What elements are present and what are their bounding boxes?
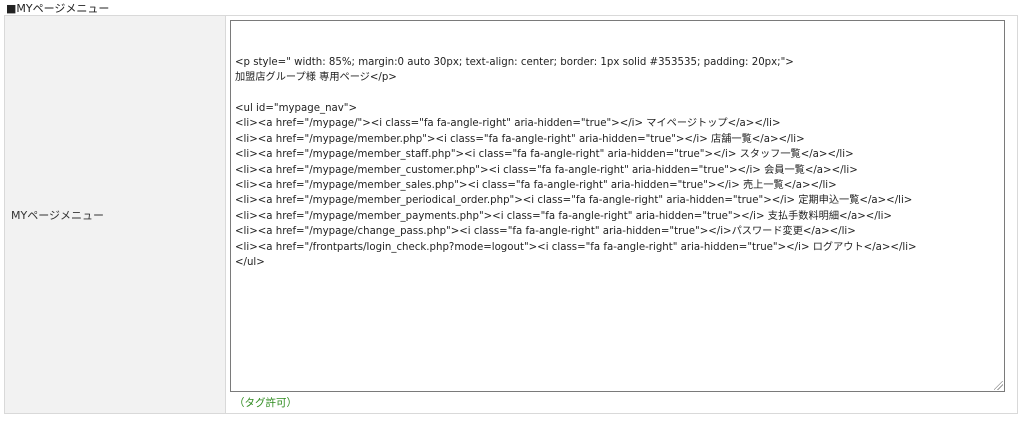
tag-allowed-hint: （タグ許可）: [234, 397, 297, 409]
code-line: <p style=" width: 85%; margin:0 auto 30p…: [235, 56, 794, 68]
code-line: <ul id="mypage_nav">: [235, 102, 358, 114]
resize-handle-icon[interactable]: [994, 381, 1003, 390]
code-line: <li><a href="/mypage/change_pass.php"><i…: [235, 226, 856, 238]
mypage-menu-settings: ■MYページメニュー MYページメニュー <p style=" width: 8…: [0, 0, 1024, 423]
field-value-cell: <p style=" width: 85%; margin:0 auto 30p…: [226, 16, 1017, 413]
code-line: 加盟店グループ様 専用ページ</p>: [235, 72, 397, 84]
code-line: <li><a href="/mypage/member_staff.php"><…: [235, 149, 854, 161]
code-line: <li><a href="/mypage/member.php"><i clas…: [235, 133, 805, 145]
section-title: ■MYページメニュー: [6, 2, 110, 15]
form-row: MYページメニュー <p style=" width: 85%; margin:…: [4, 15, 1018, 414]
code-line: <li><a href="/mypage/member_payments.php…: [235, 210, 892, 222]
code-line: <li><a href="/mypage/member_sales.php"><…: [235, 179, 837, 191]
field-label-cell: MYページメニュー: [5, 16, 226, 413]
html-editor-textarea[interactable]: <p style=" width: 85%; margin:0 auto 30p…: [230, 20, 1005, 392]
code-line: <li><a href="/frontparts/login_check.php…: [235, 241, 917, 253]
code-line: <li><a href="/mypage/"><i class="fa fa-a…: [235, 118, 781, 130]
code-line: </ul>: [235, 256, 265, 268]
field-label: MYページメニュー: [11, 208, 104, 222]
code-line: <li><a href="/mypage/member_customer.php…: [235, 164, 858, 176]
code-line: <li><a href="/mypage/member_periodical_o…: [235, 195, 913, 207]
